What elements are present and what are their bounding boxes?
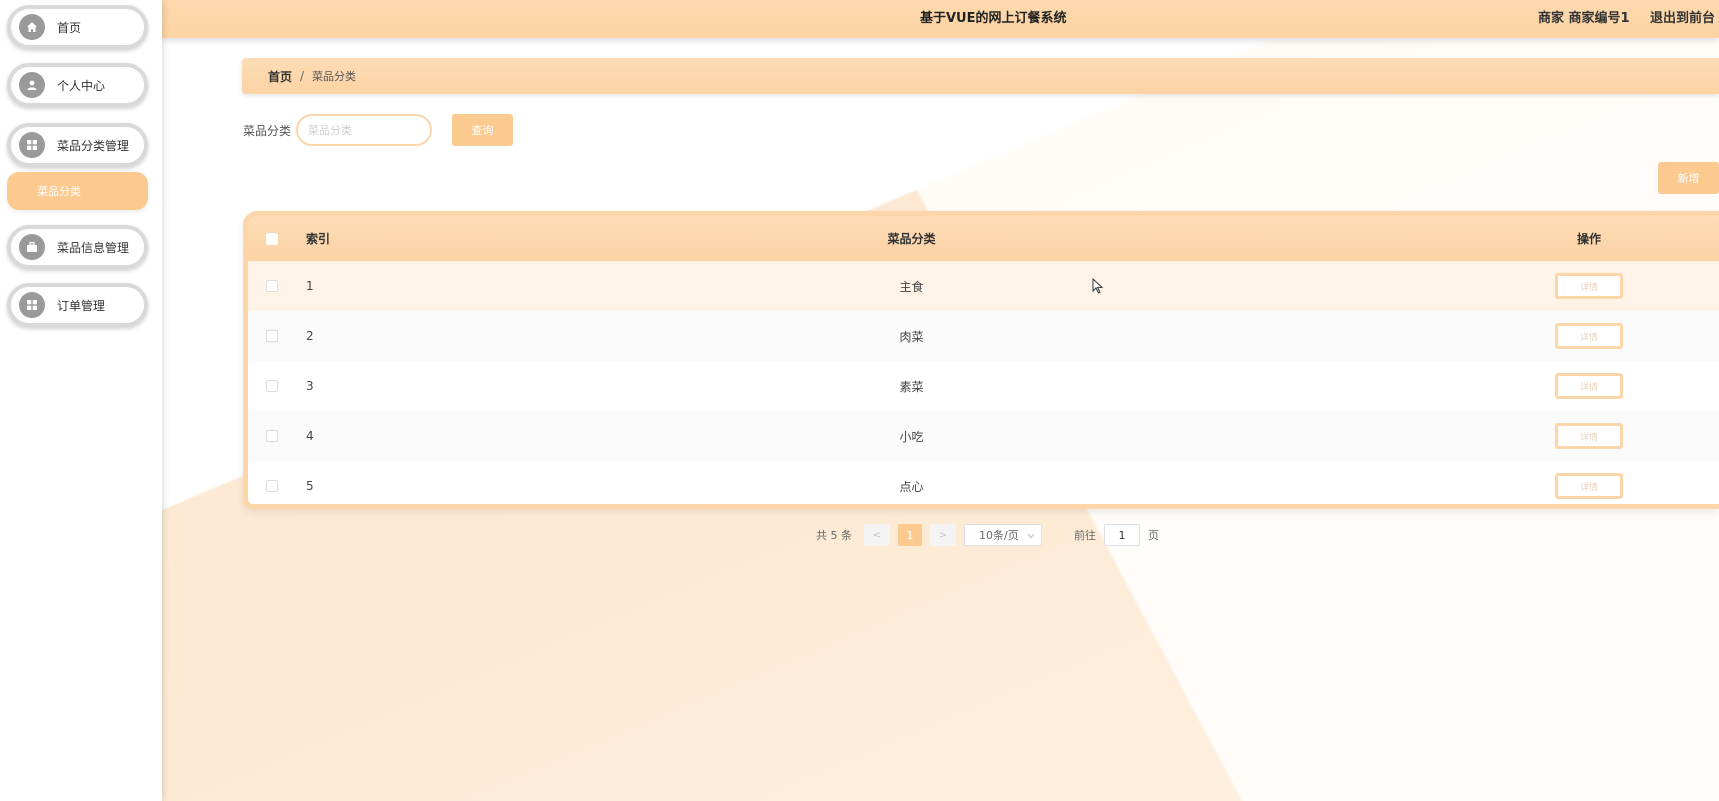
pagination: 共 5 条 < 1 > 10条/页 前往 页 [816, 523, 1159, 547]
detail-button[interactable]: 详情 [1555, 373, 1623, 399]
cell-category: 主食 [899, 279, 924, 294]
table-row: 4 小吃 详情 [248, 411, 1719, 461]
cell-category: 素菜 [899, 379, 924, 394]
row-checkbox[interactable] [266, 280, 278, 292]
table-row: 5 点心 详情 [248, 461, 1719, 504]
search-button[interactable]: 查询 [452, 114, 513, 146]
top-bar: 基于VUE的网上订餐系统 商家 商家编号1 退出到前台 [162, 0, 1719, 38]
home-icon [19, 14, 45, 40]
breadcrumb-home[interactable]: 首页 [268, 68, 292, 85]
category-search-input[interactable] [296, 114, 432, 146]
grid-icon [19, 132, 45, 158]
page-size-value: 10条/页 [979, 529, 1019, 542]
next-page-button[interactable]: > [930, 524, 956, 546]
page-suffix: 页 [1148, 529, 1159, 542]
briefcase-icon [19, 234, 45, 260]
table-row: 2 肉菜 详情 [248, 311, 1719, 361]
sidebar-subitem-label: 菜品分类 [37, 185, 81, 198]
sidebar-item-label: 订单管理 [57, 298, 106, 313]
row-checkbox[interactable] [266, 380, 278, 392]
row-checkbox[interactable] [266, 330, 278, 342]
sidebar-item-home[interactable]: 首页 [7, 5, 148, 49]
select-all-checkbox[interactable] [266, 232, 278, 245]
current-user: 商家 商家编号1 [1538, 11, 1630, 26]
sidebar-item-label: 菜品信息管理 [57, 240, 130, 255]
chevron-down-icon [1027, 529, 1035, 542]
detail-button[interactable]: 详情 [1555, 473, 1623, 499]
table-row: 3 素菜 详情 [248, 361, 1719, 411]
cell-category: 点心 [899, 479, 924, 494]
add-button[interactable]: 新增 [1658, 162, 1719, 194]
table-row: 1 主食 详情 [248, 261, 1719, 311]
cell-index: 4 [306, 429, 314, 443]
sidebar-item-category-management[interactable]: 菜品分类管理 [7, 123, 148, 167]
goto-label: 前往 [1074, 529, 1096, 542]
sidebar-item-label: 菜品分类管理 [57, 138, 130, 153]
pagination-total: 共 5 条 [816, 529, 852, 542]
sidebar-item-order-management[interactable]: 订单管理 [7, 283, 148, 327]
sidebar-item-profile[interactable]: 个人中心 [7, 63, 148, 107]
category-table: 索引 菜品分类 操作 1 主食 详情 2 肉菜 详情 3 素菜 详情 4 小吃 … [243, 211, 1719, 509]
mouse-cursor-icon [1092, 278, 1104, 294]
cell-category: 小吃 [899, 429, 924, 444]
column-header-category: 菜品分类 [887, 232, 936, 246]
sidebar: 首页 个人中心 菜品分类管理 菜品分类 菜品信息管理 订单管理 [0, 0, 162, 801]
prev-page-button[interactable]: < [864, 524, 890, 546]
row-checkbox[interactable] [266, 480, 278, 492]
exit-to-frontend-link[interactable]: 退出到前台 [1650, 7, 1715, 26]
grid-icon [19, 292, 45, 318]
column-header-index: 索引 [306, 232, 331, 246]
breadcrumb-separator: / [300, 69, 305, 83]
detail-button[interactable]: 详情 [1555, 323, 1623, 349]
sidebar-item-label: 首页 [57, 20, 82, 35]
cell-category: 肉菜 [899, 329, 924, 344]
breadcrumb-current: 菜品分类 [312, 70, 357, 83]
detail-button[interactable]: 详情 [1555, 273, 1623, 299]
cell-index: 3 [306, 379, 314, 393]
search-label: 菜品分类 [243, 124, 292, 138]
cell-index: 2 [306, 329, 314, 343]
app-title: 基于VUE的网上订餐系统 [920, 11, 1067, 26]
breadcrumb: 首页 / 菜品分类 [242, 58, 1719, 94]
goto-page-input[interactable] [1104, 524, 1140, 546]
user-icon [19, 72, 45, 98]
page-number-button[interactable]: 1 [898, 524, 922, 546]
row-checkbox[interactable] [266, 430, 278, 442]
column-header-operation: 操作 [1576, 232, 1601, 246]
detail-button[interactable]: 详情 [1555, 423, 1623, 449]
page-size-select[interactable]: 10条/页 [964, 524, 1042, 546]
sidebar-subitem-category[interactable]: 菜品分类 [7, 172, 148, 210]
table-header: 索引 菜品分类 操作 [248, 216, 1719, 261]
cell-index: 1 [306, 279, 314, 293]
cell-index: 5 [306, 479, 314, 493]
sidebar-item-label: 个人中心 [57, 78, 106, 93]
sidebar-item-dish-management[interactable]: 菜品信息管理 [7, 225, 148, 269]
